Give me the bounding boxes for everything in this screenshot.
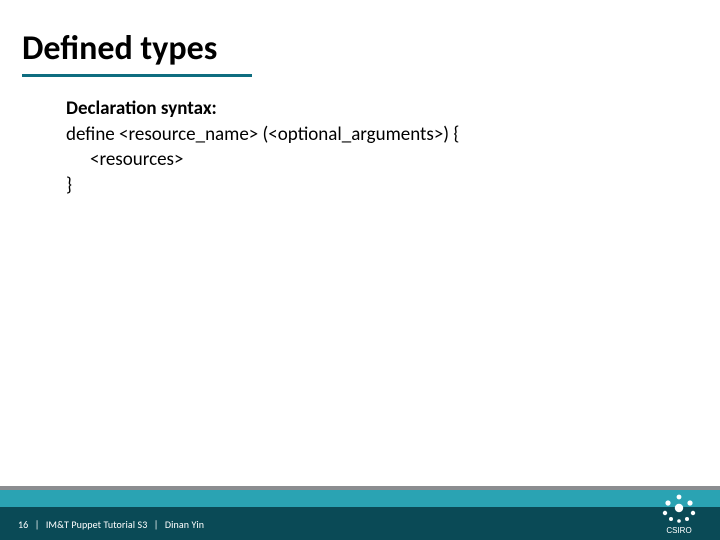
slide-title: Defined types bbox=[22, 28, 217, 69]
syntax-line-3: } bbox=[66, 173, 459, 199]
syntax-heading: Declaration syntax: bbox=[66, 96, 459, 122]
title-underline bbox=[22, 74, 252, 77]
footer-text: 16 | IM&T Puppet Tutorial S3 | Dinan Yin bbox=[18, 518, 204, 531]
separator: | bbox=[31, 518, 44, 531]
separator: | bbox=[150, 518, 163, 531]
page-number: 16 bbox=[18, 518, 28, 531]
slide: Defined types Declaration syntax: define… bbox=[0, 0, 720, 540]
footer-band-light bbox=[0, 490, 720, 507]
syntax-line-2: <resources> bbox=[66, 147, 459, 173]
body-text: Declaration syntax: define <resource_nam… bbox=[66, 96, 459, 199]
author: Dinan Yin bbox=[165, 518, 204, 531]
footer: 16 | IM&T Puppet Tutorial S3 | Dinan Yin bbox=[0, 482, 720, 540]
csiro-logo: CSIRO bbox=[656, 493, 702, 535]
doc-title: IM&T Puppet Tutorial S3 bbox=[46, 518, 148, 531]
syntax-line-1: define <resource_name> (<optional_argume… bbox=[66, 122, 459, 148]
svg-text:CSIRO: CSIRO bbox=[666, 526, 691, 535]
